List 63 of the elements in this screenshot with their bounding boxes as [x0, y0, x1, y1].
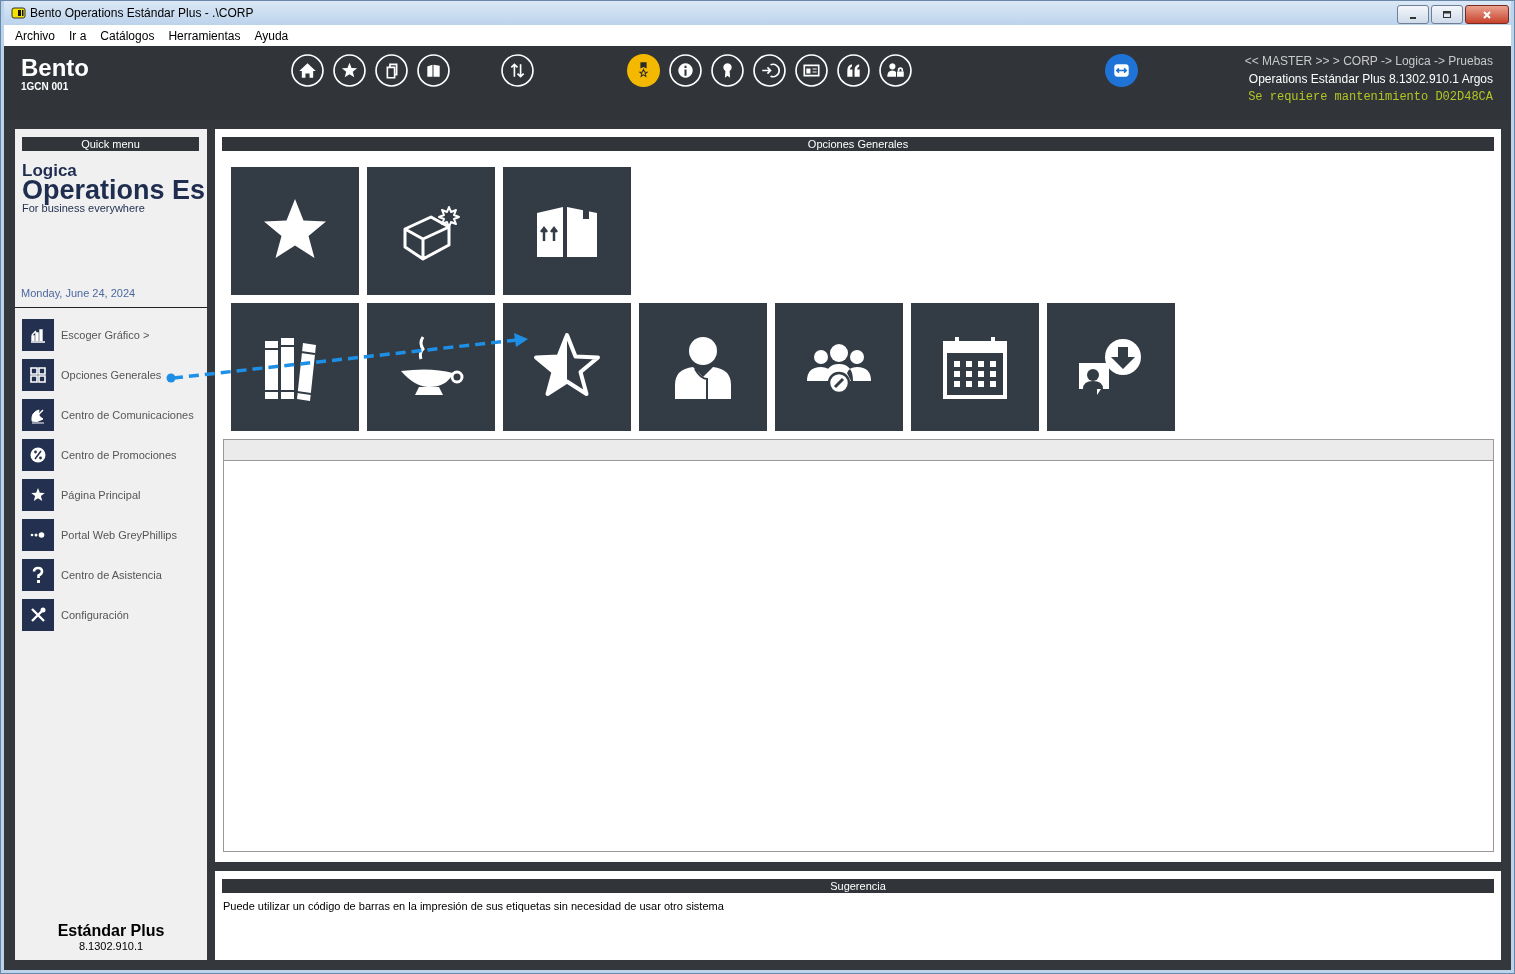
logo-company: Logica — [22, 163, 77, 178]
panel-header: Opciones Generales — [222, 137, 1494, 151]
edition-name: Estándar Plus — [57, 922, 165, 940]
grid-icon[interactable] — [22, 359, 54, 391]
quick-menu-item[interactable]: Portal Web GreyPhillips — [61, 529, 177, 541]
brand-name: Bento — [21, 55, 90, 81]
suggestion-text: Puede utilizar un código de barras en la impresión de sus etiquetas sin necesidad de usar otro sistema — [222, 899, 725, 912]
option-tile[interactable] — [775, 303, 903, 431]
minimize-button[interactable] — [1397, 5, 1429, 24]
id-card-button[interactable] — [795, 54, 828, 87]
copy-button[interactable] — [375, 54, 408, 87]
minimize-icon — [1410, 16, 1416, 19]
boxes-button[interactable] — [417, 54, 450, 87]
option-tile[interactable] — [911, 303, 1039, 431]
quick-menu-item[interactable]: Configuración — [61, 609, 129, 621]
app-icon — [10, 7, 26, 19]
maintenance-notice: Se requiere mantenimiento D02D48CA — [1248, 90, 1493, 104]
quote-button[interactable] — [837, 54, 870, 87]
quick-menu-item[interactable]: Centro de Promociones — [61, 449, 177, 461]
home-button[interactable] — [291, 54, 324, 87]
award-button[interactable] — [711, 54, 744, 87]
menu-item[interactable]: Ir a — [62, 28, 94, 43]
percent-icon[interactable] — [22, 439, 54, 471]
option-tile[interactable] — [231, 303, 359, 431]
panel-header: Quick menu — [22, 137, 199, 151]
breadcrumb: << MASTER >> > CORP -> Logica -> Pruebas — [1244, 54, 1493, 68]
close-button[interactable] — [1465, 5, 1509, 24]
option-tile[interactable] — [367, 303, 495, 431]
menu-item[interactable]: Ayuda — [247, 28, 296, 43]
option-tile[interactable] — [503, 167, 631, 295]
date-text: Monday, June 24, 2024 — [20, 286, 137, 299]
user-lock-button[interactable] — [879, 54, 912, 87]
bar-chart-icon[interactable] — [22, 319, 54, 351]
star-button[interactable] — [333, 54, 366, 87]
sign-in-button[interactable] — [753, 54, 786, 87]
maximize-icon — [1442, 9, 1452, 20]
window-title: Bento Operations Estándar Plus - .\CORP — [30, 6, 254, 20]
maximize-button[interactable] — [1431, 5, 1463, 24]
version-text: Operations Estándar Plus 8.1302.910.1 Argos — [1248, 72, 1493, 86]
quick-menu-item[interactable]: Centro de Asistencia — [61, 569, 162, 581]
ribbon-star-button[interactable] — [627, 54, 660, 87]
option-tile[interactable] — [503, 303, 631, 431]
menu-item[interactable]: Archivo — [8, 28, 62, 43]
info-button[interactable] — [669, 54, 702, 87]
quick-menu-item[interactable]: Opciones Generales — [61, 369, 162, 381]
panel-header: Sugerencia — [222, 879, 1494, 893]
remote-support-button[interactable] — [1105, 54, 1138, 87]
option-tile[interactable] — [367, 167, 495, 295]
dots-icon[interactable] — [22, 519, 54, 551]
quick-menu-item[interactable]: Página Principal — [61, 489, 141, 501]
build-number: 8.1302.910.1 — [78, 940, 144, 952]
menu-item[interactable]: Herramientas — [161, 28, 248, 43]
quick-menu-item[interactable]: Escoger Gráfico > — [61, 329, 150, 341]
menu-item[interactable]: Catálogos — [93, 28, 162, 43]
option-tile[interactable] — [1047, 303, 1175, 431]
option-tile[interactable] — [639, 303, 767, 431]
option-tile[interactable] — [231, 167, 359, 295]
sort-button[interactable] — [501, 54, 534, 87]
help-icon[interactable] — [22, 559, 54, 591]
tools-icon[interactable] — [22, 599, 54, 631]
quick-menu-item[interactable]: Centro de Comunicaciones — [61, 409, 194, 421]
company-code: 1GCN 001 — [21, 81, 70, 92]
close-icon — [1482, 9, 1492, 20]
